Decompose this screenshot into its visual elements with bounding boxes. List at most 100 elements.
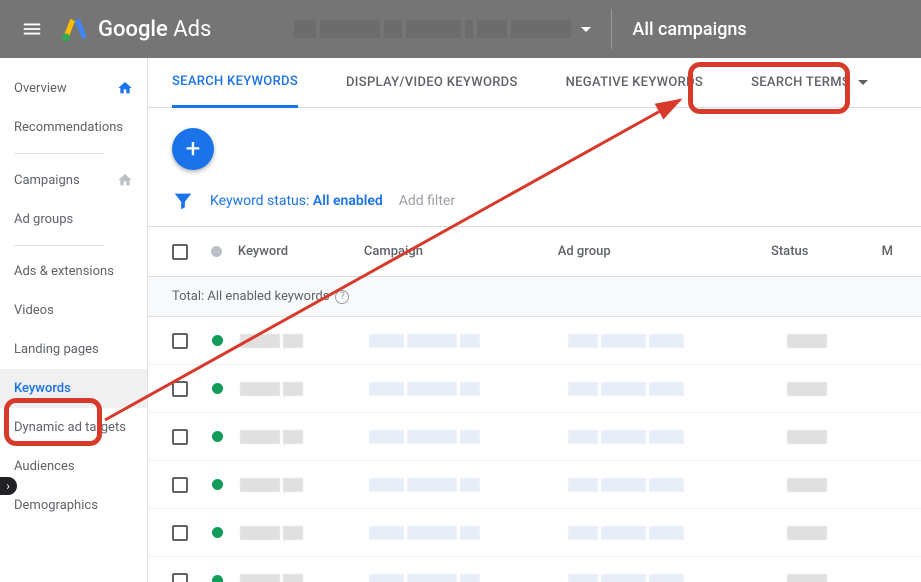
row-checkbox[interactable] bbox=[172, 477, 188, 493]
table-row bbox=[148, 413, 921, 461]
ads-triangle-icon bbox=[62, 16, 88, 42]
sidebar-item-videos[interactable]: Videos bbox=[0, 291, 147, 330]
redacted-status bbox=[787, 430, 897, 444]
scope-all-campaigns[interactable]: All campaigns bbox=[632, 19, 746, 40]
menu-toggle[interactable] bbox=[12, 9, 52, 49]
status-dot-icon bbox=[212, 335, 223, 346]
redacted-campaign bbox=[369, 382, 568, 396]
plus-icon: + bbox=[186, 134, 201, 164]
account-selector[interactable] bbox=[231, 20, 591, 38]
google-ads-logo: Google Ads bbox=[62, 16, 211, 42]
sidebar-item-landing-pages[interactable]: Landing pages bbox=[0, 330, 147, 369]
account-name-redacted bbox=[294, 20, 571, 38]
redacted-campaign bbox=[369, 574, 568, 582]
redacted-ad-group bbox=[568, 478, 787, 492]
chevron-down-icon bbox=[581, 27, 591, 32]
redacted-status bbox=[787, 334, 897, 348]
sidebar-item-overview[interactable]: Overview bbox=[0, 68, 147, 108]
select-all-checkbox[interactable] bbox=[172, 244, 188, 260]
redacted-ad-group bbox=[568, 382, 787, 396]
sidebar-item-audiences[interactable]: Audiences bbox=[0, 447, 147, 486]
sidebar-item-label: Overview bbox=[14, 81, 67, 96]
redacted-status bbox=[787, 478, 897, 492]
home-icon bbox=[117, 80, 133, 96]
sidebar-item-label: Recommendations bbox=[14, 120, 123, 135]
filter-icon[interactable] bbox=[172, 190, 194, 212]
table-row bbox=[148, 557, 921, 582]
sidebar-item-campaigns[interactable]: Campaigns bbox=[0, 160, 147, 200]
table-row bbox=[148, 365, 921, 413]
sidebar-item-label: Ad groups bbox=[14, 212, 73, 227]
status-dot-icon bbox=[212, 431, 223, 442]
tab-search-keywords[interactable]: SEARCH KEYWORDS bbox=[172, 59, 298, 108]
table-total-row: Total: All enabled keywords ? bbox=[148, 277, 921, 317]
divider bbox=[14, 245, 104, 246]
redacted-keyword bbox=[240, 430, 369, 444]
logo-text: Google Ads bbox=[98, 17, 211, 42]
status-dot-icon bbox=[212, 383, 223, 394]
table-row bbox=[148, 509, 921, 557]
sidebar-item-label: Audiences bbox=[14, 459, 75, 474]
col-header-keyword[interactable]: Keyword bbox=[238, 244, 364, 259]
sidebar-item-keywords[interactable]: Keywords bbox=[0, 369, 147, 408]
sidebar-item-ad-groups[interactable]: Ad groups bbox=[0, 200, 147, 239]
sidebar-item-dynamic-ad-targets[interactable]: Dynamic ad targets bbox=[0, 408, 147, 447]
sidebar: Overview Recommendations Campaigns Ad gr… bbox=[0, 58, 148, 582]
sidebar-item-label: Dynamic ad targets bbox=[14, 420, 126, 435]
tabs: SEARCH KEYWORDS DISPLAY/VIDEO KEYWORDS N… bbox=[148, 58, 921, 108]
redacted-campaign bbox=[369, 430, 568, 444]
home-icon bbox=[117, 172, 133, 188]
col-header-status[interactable]: Status bbox=[771, 244, 878, 259]
sidebar-item-label: Landing pages bbox=[14, 342, 99, 357]
divider bbox=[14, 153, 104, 154]
table-header: Keyword Campaign Ad group Status M bbox=[148, 227, 921, 277]
sidebar-item-label: Videos bbox=[14, 303, 54, 318]
add-filter-button[interactable]: Add filter bbox=[399, 193, 455, 209]
redacted-keyword bbox=[240, 478, 369, 492]
redacted-campaign bbox=[369, 334, 568, 348]
status-dot-icon bbox=[212, 527, 223, 538]
redacted-ad-group bbox=[568, 334, 787, 348]
redacted-ad-group bbox=[568, 574, 787, 582]
redacted-keyword bbox=[240, 526, 369, 540]
filter-keyword-status[interactable]: Keyword status: All enabled bbox=[210, 193, 383, 209]
chevron-down-icon bbox=[858, 80, 868, 85]
row-checkbox[interactable] bbox=[172, 333, 188, 349]
tab-negative-keywords[interactable]: NEGATIVE KEYWORDS bbox=[566, 58, 703, 107]
redacted-keyword bbox=[240, 334, 369, 348]
hamburger-icon bbox=[21, 18, 43, 40]
redacted-status bbox=[787, 382, 897, 396]
total-label: Total: All enabled keywords bbox=[172, 289, 329, 304]
redacted-keyword bbox=[240, 382, 369, 396]
status-dot-icon bbox=[212, 575, 223, 582]
redacted-status bbox=[787, 526, 897, 540]
table-row bbox=[148, 317, 921, 365]
redacted-status bbox=[787, 574, 897, 582]
tab-label: SEARCH TERMS bbox=[751, 75, 850, 90]
sidebar-item-demographics[interactable]: Demographics bbox=[0, 486, 147, 525]
sidebar-item-ads-extensions[interactable]: Ads & extensions bbox=[0, 252, 147, 291]
add-keyword-button[interactable]: + bbox=[172, 128, 214, 170]
tab-display-video-keywords[interactable]: DISPLAY/VIDEO KEYWORDS bbox=[346, 58, 518, 107]
col-header-m[interactable]: M bbox=[878, 244, 897, 259]
sidebar-item-recommendations[interactable]: Recommendations bbox=[0, 108, 147, 147]
redacted-campaign bbox=[369, 526, 568, 540]
row-checkbox[interactable] bbox=[172, 573, 188, 582]
redacted-ad-group bbox=[568, 526, 787, 540]
help-icon[interactable]: ? bbox=[335, 290, 349, 304]
sidebar-item-label: Ads & extensions bbox=[14, 264, 114, 279]
col-header-campaign[interactable]: Campaign bbox=[364, 244, 558, 259]
row-checkbox[interactable] bbox=[172, 525, 188, 541]
redacted-campaign bbox=[369, 478, 568, 492]
table-row bbox=[148, 461, 921, 509]
row-checkbox[interactable] bbox=[172, 429, 188, 445]
sidebar-item-label: Campaigns bbox=[14, 173, 80, 188]
redacted-ad-group bbox=[568, 430, 787, 444]
sidebar-item-label: Keywords bbox=[14, 381, 71, 396]
row-checkbox[interactable] bbox=[172, 381, 188, 397]
status-dot-icon bbox=[212, 479, 223, 490]
col-header-ad-group[interactable]: Ad group bbox=[558, 244, 771, 259]
divider bbox=[611, 9, 612, 49]
sidebar-item-label: Demographics bbox=[14, 498, 98, 513]
tab-search-terms[interactable]: SEARCH TERMS bbox=[751, 58, 868, 107]
